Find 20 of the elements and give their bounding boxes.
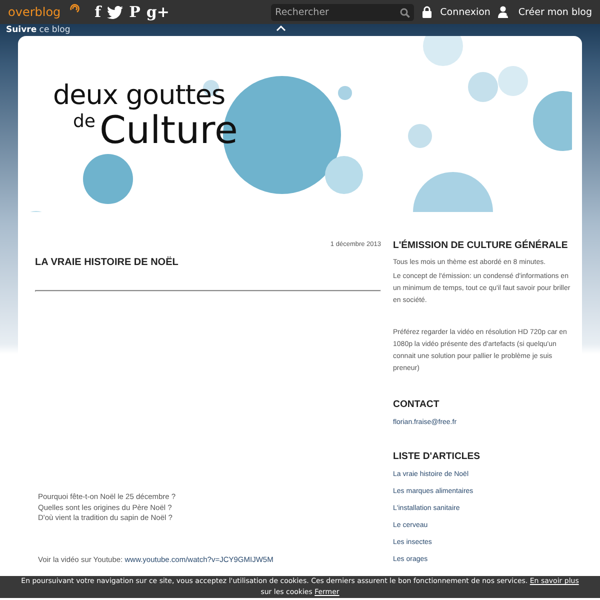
search-icon[interactable] [400, 8, 410, 18]
login-link[interactable]: Connexion [440, 6, 490, 18]
swirl-icon [68, 2, 81, 14]
follow-link[interactable]: Suivre ce blog [6, 25, 70, 35]
facebook-link[interactable]: f [94, 4, 102, 20]
create-blog-link[interactable]: Créer mon blog [518, 6, 592, 18]
blog-title-line: deux gouttes [53, 82, 226, 110]
lock-icon[interactable] [422, 6, 432, 18]
blog-title-line: de [73, 112, 96, 132]
google-plus-link[interactable]: g+ [146, 4, 170, 20]
user-add-icon[interactable] [498, 6, 510, 18]
section-heading: LISTE D'ARTICLES [393, 451, 482, 462]
section-heading: L'ÉMISSION DE CULTURE GÉNÉRALE [393, 240, 569, 251]
section-heading: CONTACT [393, 399, 440, 410]
search-field[interactable]: Rechercher [271, 4, 414, 20]
pinterest-link[interactable]: P [129, 4, 140, 20]
caret-icon[interactable] [276, 25, 286, 31]
post-title: LA VRAIE HISTOIRE DE NOËL [35, 257, 180, 270]
logo-link[interactable]: overblog [8, 5, 61, 19]
bird-icon[interactable] [107, 6, 124, 18]
